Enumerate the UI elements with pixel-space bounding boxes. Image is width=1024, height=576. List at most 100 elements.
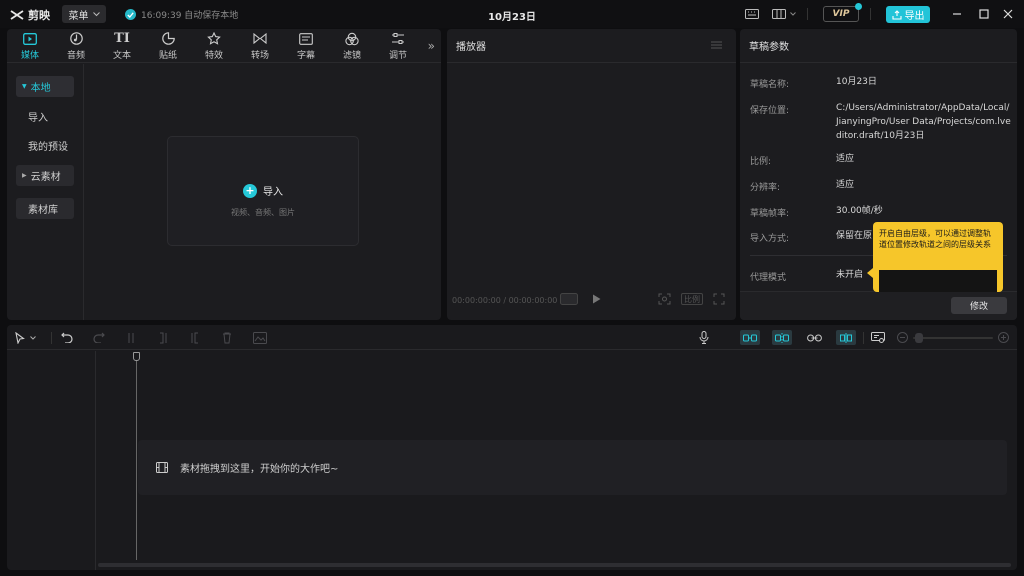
layer-tooltip: 开启自由层级，可以通过调整轨道位置修改轨道之间的层级关系 <box>873 222 1003 292</box>
fullscreen-icon[interactable] <box>713 293 725 305</box>
track-headers <box>7 351 96 570</box>
sidebar-item-local[interactable]: ▼ 本地 <box>16 76 74 97</box>
caret-down-icon: ▼ <box>22 83 27 90</box>
import-area[interactable]: + 导入 视频、音频、图片 <box>167 136 359 246</box>
field-label: 保存位置: <box>750 106 790 116</box>
effects-icon <box>207 31 221 46</box>
playhead-handle[interactable] <box>133 352 140 361</box>
tab-label: 字幕 <box>296 50 315 61</box>
draft-header: 草稿参数 <box>740 29 1017 63</box>
field-label: 分辨率: <box>750 183 781 193</box>
close-button[interactable] <box>1003 9 1013 19</box>
player-controls: 00:00:00:00 / 00:00:00:00 比例 <box>447 293 736 307</box>
microphone-icon[interactable] <box>699 331 709 344</box>
minimize-button[interactable] <box>952 9 964 19</box>
import-button[interactable]: + 导入 <box>168 183 358 198</box>
maximize-button[interactable] <box>979 9 989 19</box>
import-hint: 视频、音频、图片 <box>231 208 295 217</box>
select-tool-icon[interactable] <box>15 331 36 344</box>
media-tabs: 媒体 音频 TI 文本 贴纸 特效 转场 字幕 滤镜 调节 » <box>7 29 441 63</box>
tab-sticker[interactable]: 贴纸 <box>145 29 191 63</box>
sidebar-item-library[interactable]: 素材库 <box>16 198 74 219</box>
timeline-toggle-icon[interactable] <box>560 293 578 305</box>
caption-settings-icon[interactable] <box>871 331 885 344</box>
preview-axis-icon[interactable] <box>836 330 856 345</box>
tab-media[interactable]: 媒体 <box>7 29 53 63</box>
redo-icon[interactable] <box>93 331 105 344</box>
text-icon: TI <box>114 31 130 46</box>
zoom-out-icon[interactable] <box>897 331 908 344</box>
timeline-toolbar <box>7 325 1017 350</box>
hamburger-menu-icon[interactable] <box>711 41 722 49</box>
keyboard-shortcuts-icon[interactable] <box>745 9 759 19</box>
tooltip-text: 开启自由层级，可以通过调整轨道位置修改轨道之间的层级关系 <box>879 229 991 249</box>
main-track-magnet-icon[interactable] <box>740 330 760 345</box>
field-label: 代理模式 <box>750 273 787 283</box>
split-right-icon[interactable] <box>190 331 200 344</box>
audio-icon <box>69 32 83 46</box>
undo-icon[interactable] <box>61 331 73 344</box>
tab-text[interactable]: TI 文本 <box>99 29 145 63</box>
plus-icon: + <box>243 183 257 198</box>
sidebar-item-import[interactable]: 导入 <box>16 106 74 127</box>
zoom-in-icon[interactable] <box>998 331 1009 344</box>
zoom-slider-handle[interactable] <box>915 333 923 343</box>
tab-adjust[interactable]: 调节 <box>375 29 421 63</box>
play-icon[interactable] <box>592 294 601 304</box>
vip-button[interactable]: VIP <box>823 3 862 22</box>
timeline-panel: 素材拖拽到这里，开始你的大作吧~ <box>7 325 1017 570</box>
chevron-down-icon <box>92 11 100 16</box>
split-left-icon[interactable] <box>158 331 168 344</box>
auto-snap-icon[interactable] <box>772 330 792 345</box>
player-title: 播放器 <box>456 42 486 53</box>
vip-label: VIP <box>832 9 850 19</box>
image-freeze-icon[interactable] <box>253 331 267 344</box>
autosave-status: 16:09:39 自动保存本地 <box>125 8 238 21</box>
capcut-logo-icon <box>10 10 24 20</box>
sidebar-item-label: 我的预设 <box>28 142 68 153</box>
field-label: 导入方式: <box>750 234 790 244</box>
ratio-value: 适应 <box>836 154 855 164</box>
framerate-value: 30.00帧/秒 <box>836 206 883 216</box>
chevron-down-icon <box>790 12 796 16</box>
minimize-icon <box>953 13 961 15</box>
tab-audio[interactable]: 音频 <box>53 29 99 63</box>
sidebar-item-cloud[interactable]: ▶ 云素材 <box>16 165 74 186</box>
split-icon[interactable] <box>126 331 136 344</box>
menu-button[interactable]: 菜单 <box>62 5 106 23</box>
zoom-slider[interactable] <box>913 337 993 339</box>
tab-transition[interactable]: 转场 <box>237 29 283 63</box>
ratio-button[interactable]: 比例 <box>681 293 703 305</box>
timecode: 00:00:00:00 / 00:00:00:00 <box>452 295 558 305</box>
link-icon[interactable] <box>807 331 822 344</box>
resolution-value: 适应 <box>836 180 855 190</box>
maximize-icon <box>979 9 989 19</box>
field-label: 比例: <box>750 157 772 167</box>
save-location-value: C:/Users/Administrator/AppData/Local/Jia… <box>836 103 1011 141</box>
tab-label: 滤镜 <box>342 50 361 61</box>
export-button[interactable]: 导出 <box>886 6 930 23</box>
delete-icon[interactable] <box>222 331 232 344</box>
tab-label: 文本 <box>112 50 131 61</box>
sidebar-item-presets[interactable]: 我的预设 <box>16 135 74 156</box>
more-tabs-icon[interactable]: » <box>428 39 435 53</box>
tab-label: 媒体 <box>20 50 39 61</box>
tab-subtitle[interactable]: 字幕 <box>283 29 329 63</box>
tab-label: 特效 <box>204 50 223 61</box>
layout-icon[interactable] <box>772 9 796 19</box>
tab-filter[interactable]: 滤镜 <box>329 29 375 63</box>
fullscreen-focus-icon[interactable] <box>658 293 671 305</box>
divider <box>807 8 808 20</box>
playhead[interactable] <box>136 355 137 560</box>
tab-label: 调节 <box>388 50 407 61</box>
notification-dot <box>855 3 862 10</box>
autosave-text: 16:09:39 自动保存本地 <box>141 11 239 21</box>
edit-button[interactable]: 修改 <box>951 297 1007 314</box>
field-label: 草稿名称: <box>750 80 790 90</box>
sidebar-item-label: 本地 <box>30 83 51 94</box>
timeline-drop-zone[interactable]: 素材拖拽到这里，开始你的大作吧~ <box>138 440 1007 495</box>
tab-effects[interactable]: 特效 <box>191 29 237 63</box>
close-icon <box>1003 9 1013 19</box>
sidebar-item-label: 导入 <box>28 113 48 124</box>
horizontal-scrollbar[interactable] <box>98 563 1011 567</box>
